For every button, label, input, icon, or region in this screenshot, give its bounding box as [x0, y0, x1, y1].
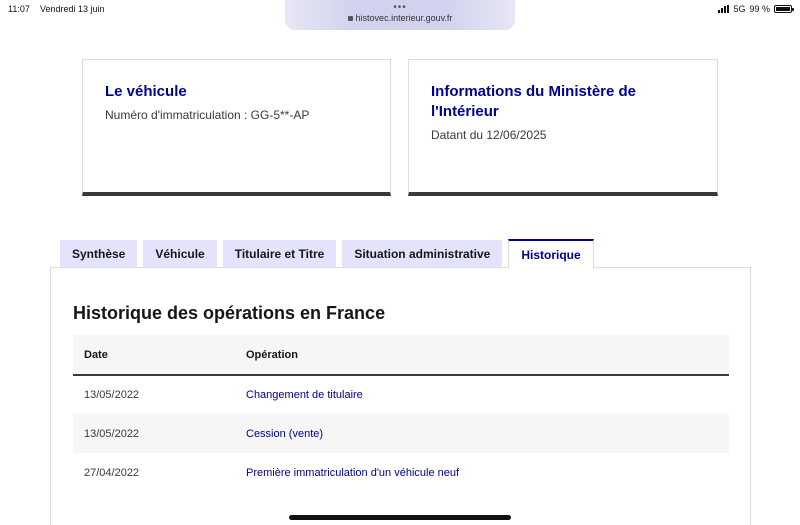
- registration-number: Numéro d'immatriculation : GG-5**-AP: [105, 108, 310, 122]
- table-row: 13/05/2022 Changement de titulaire: [73, 375, 729, 414]
- battery-icon: [774, 5, 794, 13]
- tab-historique[interactable]: Historique: [508, 239, 594, 269]
- status-time: 11:07: [8, 4, 30, 14]
- column-header-operation: Opération: [235, 335, 729, 376]
- ministry-card-title: Informations du Ministère de l'Intérieur: [431, 83, 637, 120]
- history-table: Date Opération 13/05/2022 Changement de …: [73, 335, 729, 492]
- row-date: 27/04/2022: [84, 466, 140, 479]
- url-text: histovec.interieur.gouv.fr: [355, 13, 453, 23]
- history-title: Historique des opérations en France: [73, 303, 386, 323]
- column-header-date: Date: [73, 335, 235, 376]
- row-operation: Première immatriculation d'un véhicule n…: [246, 466, 460, 479]
- table-header-row: Date Opération: [73, 335, 729, 376]
- tab-synthese[interactable]: Synthèse: [60, 240, 138, 268]
- history-panel: Historique des opérations en France Date…: [50, 267, 751, 525]
- address-bar[interactable]: ••• histovec.interieur.gouv.fr: [285, 0, 515, 30]
- tab-vehicule[interactable]: Véhicule: [143, 240, 217, 268]
- url-display[interactable]: histovec.interieur.gouv.fr: [285, 13, 515, 23]
- data-date: Datant du 12/06/2025: [431, 128, 547, 142]
- more-dots-icon[interactable]: •••: [285, 2, 515, 13]
- status-indicators: 5G 99 %: [718, 4, 794, 14]
- table-row: 27/04/2022 Première immatriculation d'un…: [73, 453, 729, 492]
- tab-list: Synthèse Véhicule Titulaire et Titre Sit…: [60, 239, 594, 269]
- row-operation: Changement de titulaire: [246, 389, 363, 401]
- status-date: Vendredi 13 juin: [40, 4, 105, 14]
- tab-titulaire-et-titre[interactable]: Titulaire et Titre: [222, 240, 337, 268]
- network-label: 5G: [733, 4, 746, 14]
- vehicle-card-title: Le véhicule: [105, 83, 187, 100]
- tab-situation-administrative[interactable]: Situation administrative: [342, 240, 503, 268]
- signal-icon: [718, 5, 730, 13]
- row-date: 13/05/2022: [73, 414, 235, 453]
- ministry-card: Informations du Ministère de l'Intérieur…: [408, 59, 718, 196]
- row-date: 13/05/2022: [84, 389, 140, 401]
- table-row: 13/05/2022 Cession (vente): [73, 414, 729, 453]
- vehicle-card: Le véhicule Numéro d'immatriculation : G…: [82, 59, 391, 196]
- battery-percent: 99 %: [749, 4, 770, 14]
- home-indicator[interactable]: [289, 515, 511, 520]
- lock-icon: [347, 16, 353, 21]
- row-operation: Cession (vente): [235, 414, 729, 453]
